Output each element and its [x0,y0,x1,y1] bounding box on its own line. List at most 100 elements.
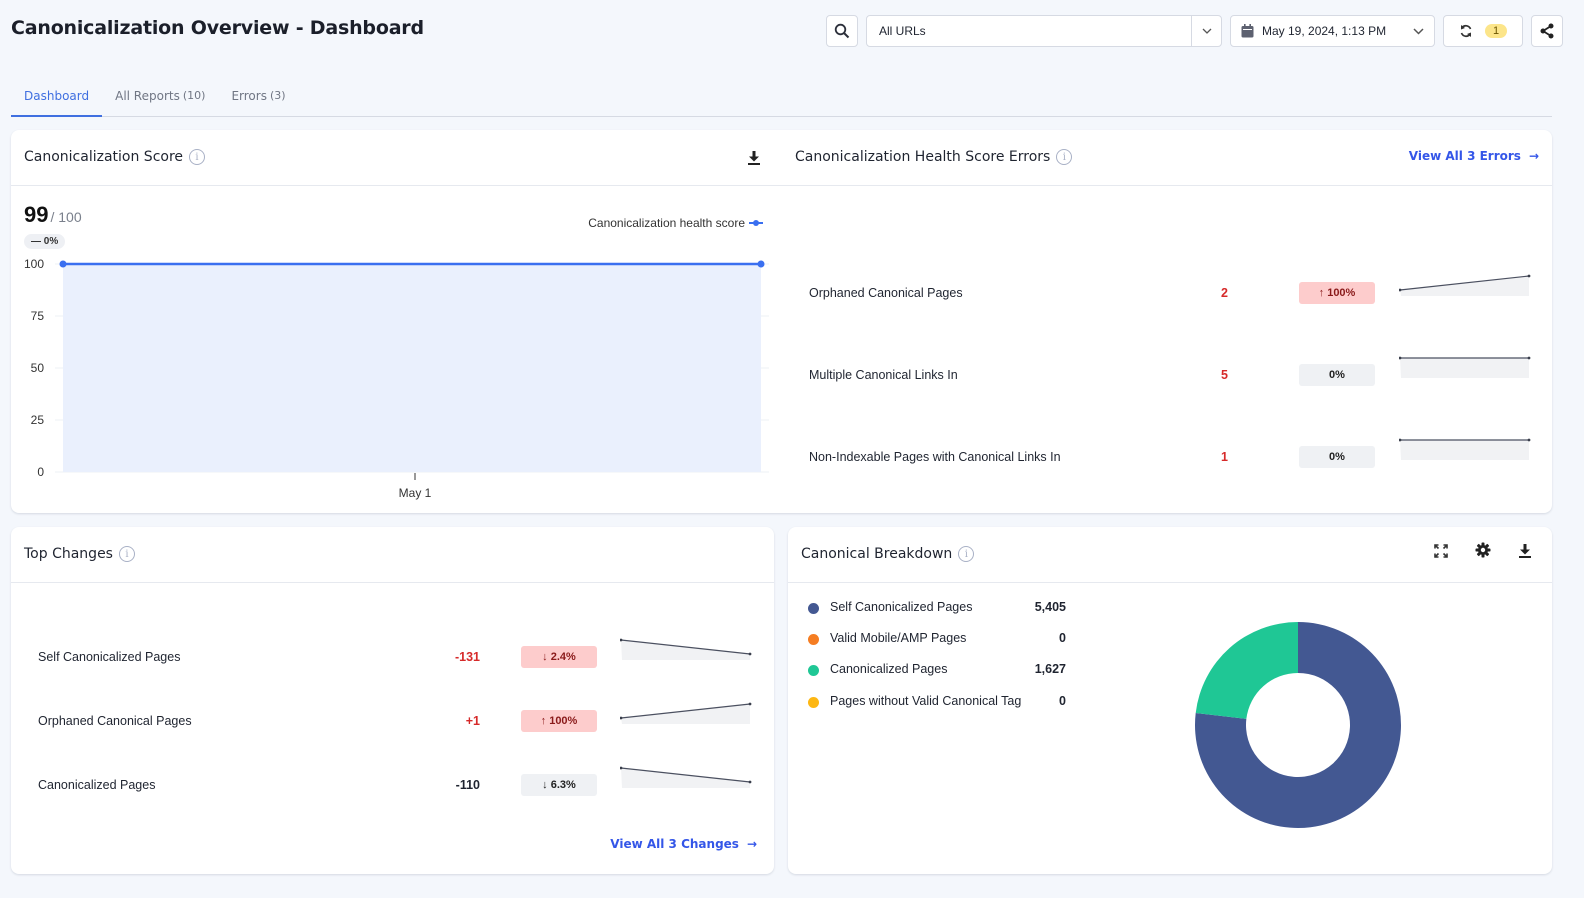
sparkline-area [621,640,750,660]
download-button[interactable] [1518,543,1532,559]
legend-dot-icon [808,603,819,614]
error-row[interactable]: Non-Indexable Pages with Canonical Links… [809,438,1539,468]
change-badge: ↑ 100% [1299,282,1375,304]
breakdown-label: Valid Mobile/AMP Pages [830,631,967,645]
sync-count-badge: 1 [1484,24,1508,38]
sync-icon [1460,24,1472,38]
legend-marker-icon [749,220,763,226]
search-button[interactable] [826,15,858,47]
error-row[interactable]: Multiple Canonical Links In 5 0% [809,356,1539,386]
y-tick-label: 0 [37,465,44,479]
breakdown-legend-item[interactable]: Valid Mobile/AMP Pages 0 [806,629,1066,649]
sparkline-point [1527,438,1531,442]
search-icon [834,23,850,39]
sparkline-area [1400,440,1529,460]
info-icon[interactable]: i [189,149,206,165]
info-icon[interactable]: i [1056,149,1073,165]
tab-count: (3) [269,89,286,102]
error-count: 2 [1221,286,1228,300]
change-badge: ↓ 2.4% [521,646,597,668]
toolbar: All URLs May 19, 2024, 1:13 PM 1 [826,15,1563,47]
y-tick-label: 50 [31,361,45,375]
expand-icon [1434,544,1448,558]
tab-label: Dashboard [24,88,90,103]
gear-icon [1475,542,1491,558]
change-label: Canonicalized Pages [38,778,156,792]
url-filter-dropdown[interactable] [1191,16,1221,46]
sparkline-area [621,768,750,788]
link-text: View All 3 Changes [610,837,739,851]
sparkline-point [748,780,752,784]
error-count: 1 [1221,450,1228,464]
card-title-text: Canonicalization Score [24,149,184,165]
info-icon[interactable]: i [118,546,135,562]
legend-label: Canonicalization health score [588,216,745,230]
tab-label: All Reports [115,88,180,103]
tab-label: Errors [231,88,267,103]
arrow-right-icon: → [1528,149,1539,163]
sync-button[interactable]: 1 [1443,15,1523,47]
tab-all-reports[interactable]: All Reports (10) [102,76,218,117]
error-count: 5 [1221,368,1228,382]
breakdown-legend-item[interactable]: Self Canonicalized Pages 5,405 [806,598,1066,618]
data-point[interactable] [757,260,765,268]
tab-bar: Dashboard All Reports (10) Errors (3) [11,76,1552,117]
tab-count: (10) [182,89,206,102]
donut-slice[interactable] [1195,622,1298,719]
sparkline-point [1527,356,1531,360]
score-and-errors-card: Canonicalization Score i Canonicalizatio… [11,130,1552,513]
trend-sparkline [620,702,752,724]
download-icon [748,151,760,165]
score-value: 99/ 100 [24,202,82,228]
error-label: Orphaned Canonical Pages [809,286,963,300]
change-badge: ↑ 100% [521,710,597,732]
link-text: View All 3 Errors [1408,149,1521,163]
change-badge: 0% [1299,364,1375,386]
settings-button[interactable] [1475,542,1491,558]
error-label: Multiple Canonical Links In [809,368,958,382]
info-icon[interactable]: i [958,546,975,562]
top-changes-card: Top Changes i View All 3 Changes → Self … [11,527,774,874]
chart-legend[interactable]: Canonicalization health score [588,216,763,230]
sparkline-point [748,702,752,706]
breakdown-legend-item[interactable]: Pages without Valid Canonical Tag 0 [806,692,1066,712]
change-row[interactable]: Orphaned Canonical Pages +1 ↑ 100% [38,702,758,732]
url-filter-select[interactable]: All URLs [866,15,1222,47]
breakdown-label: Canonicalized Pages [830,662,948,676]
trend-sparkline [1399,356,1531,378]
card-title-text: Top Changes [24,546,113,562]
area-fill [63,264,761,472]
change-value: -110 [455,778,480,792]
expand-button[interactable] [1433,543,1449,559]
chevron-down-icon [1202,28,1211,34]
score-max: / 100 [50,209,82,225]
page-title: Canonicalization Overview - Dashboard [11,17,424,39]
sparkline-area [621,704,750,724]
share-icon [1540,23,1554,39]
data-point[interactable] [59,260,67,268]
top-changes-title: Top Changes i [24,546,135,562]
score-number: 99 [24,202,49,227]
y-tick-label: 25 [31,413,45,427]
breakdown-value: 1,627 [1034,662,1066,676]
breakdown-legend-item[interactable]: Canonicalized Pages 1,627 [806,660,1066,680]
download-button[interactable] [747,150,761,166]
change-row[interactable]: Self Canonicalized Pages -131 ↓ 2.4% [38,638,758,668]
view-all-errors-link[interactable]: View All 3 Errors → [1409,149,1539,163]
sparkline-point [748,652,752,656]
change-value: -131 [454,650,480,664]
tab-errors[interactable]: Errors (3) [218,76,298,117]
error-row[interactable]: Orphaned Canonical Pages 2 ↑ 100% [809,274,1539,304]
breakdown-label: Self Canonicalized Pages [830,600,973,614]
change-badge: 0% [1299,446,1375,468]
trend-sparkline [1399,438,1531,460]
url-filter-value: All URLs [879,24,926,38]
change-label: Orphaned Canonical Pages [38,714,192,728]
view-all-changes-link[interactable]: View All 3 Changes → [610,837,757,851]
y-tick-label: 75 [31,309,45,323]
date-select[interactable]: May 19, 2024, 1:13 PM [1230,15,1435,47]
share-button[interactable] [1531,15,1563,47]
change-row[interactable]: Canonicalized Pages -110 ↓ 6.3% [38,766,758,796]
tab-dashboard[interactable]: Dashboard [11,76,103,117]
legend-dot-icon [808,697,819,708]
